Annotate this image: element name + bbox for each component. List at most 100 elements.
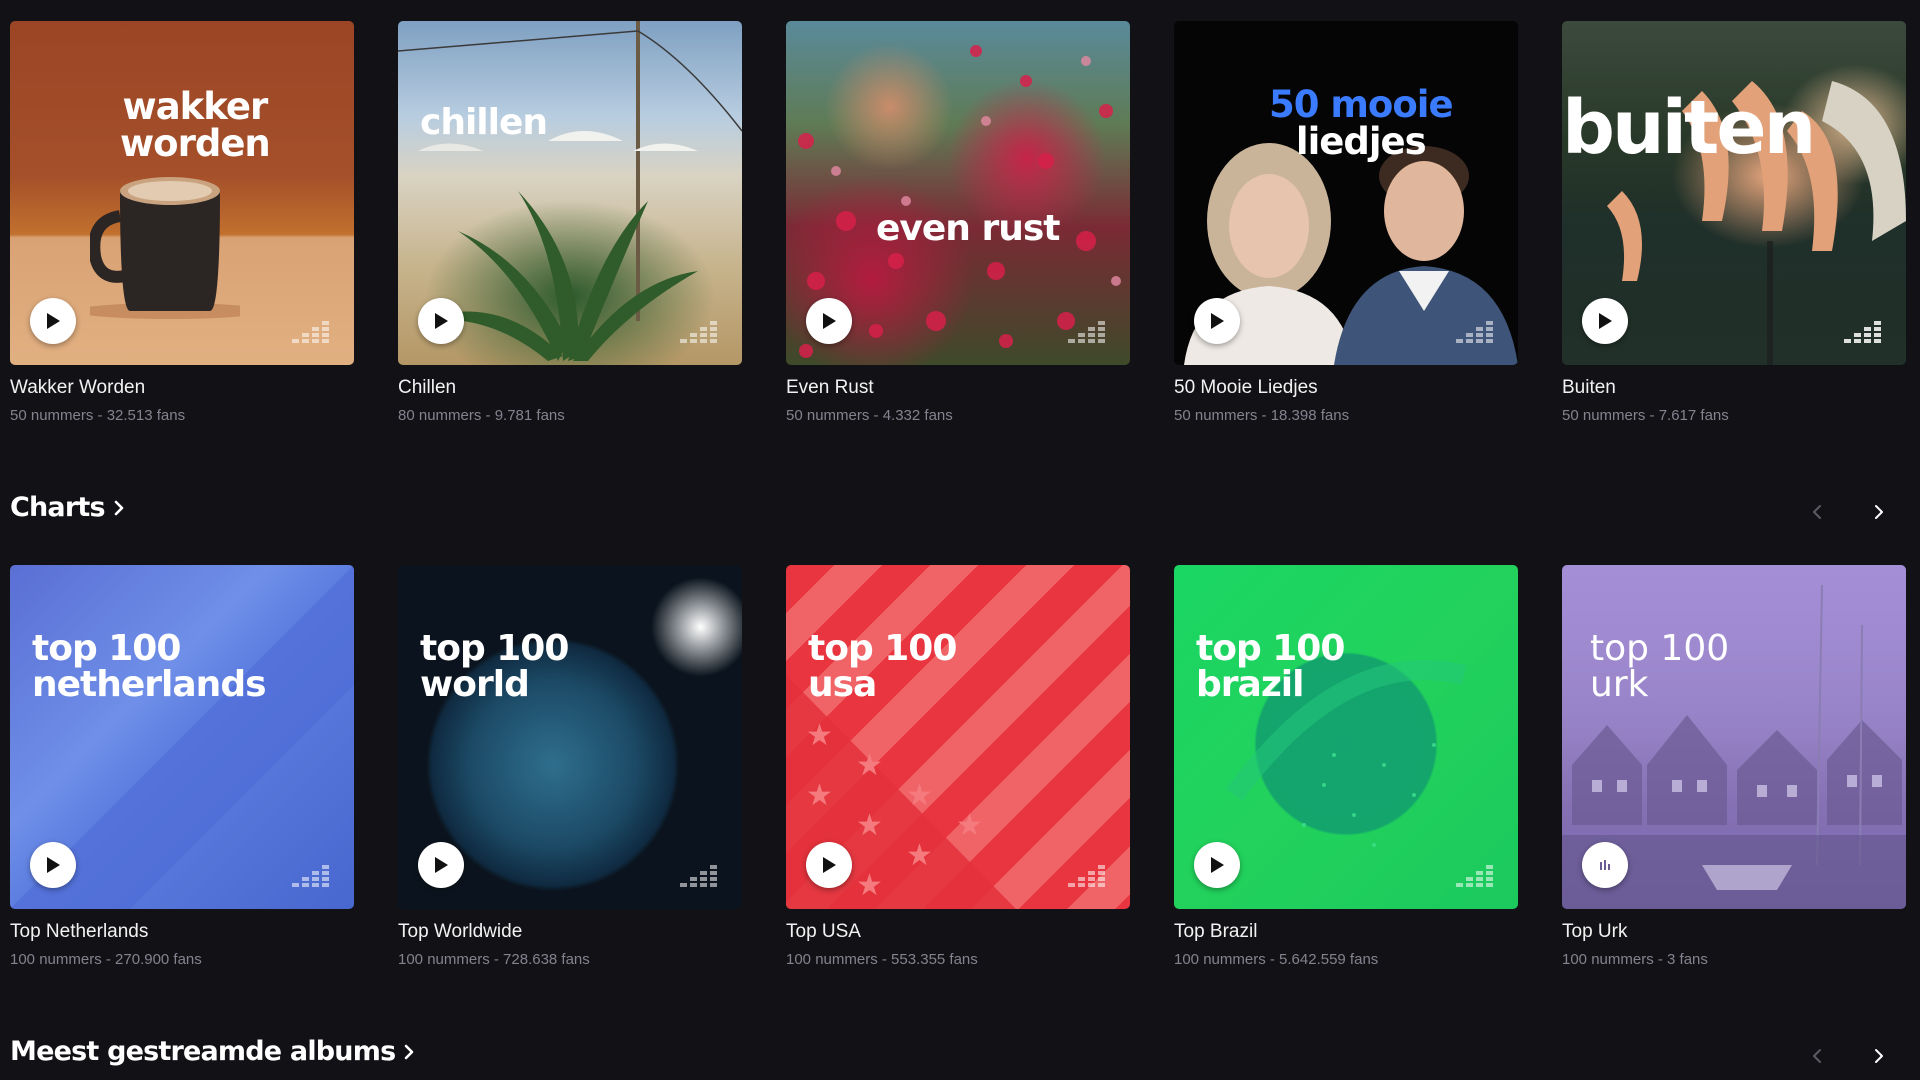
playlist-card-buiten[interactable]: buiten Buiten 50 nummers - 7.617 fans	[1562, 21, 1906, 424]
cover-title: top 100 world	[420, 595, 569, 739]
cover-title-line1: top 100	[808, 628, 957, 669]
cover-title: top 100 usa	[808, 595, 957, 739]
playlist-cover[interactable]: even rust	[786, 21, 1130, 365]
play-button[interactable]	[418, 298, 464, 344]
chart-card-top-brazil[interactable]: top 100 brazil Top Brazil 100 nummers - …	[1174, 565, 1518, 968]
svg-text:★: ★	[806, 778, 833, 813]
cover-title-line1: buiten	[1562, 85, 1816, 171]
play-button[interactable]	[1194, 842, 1240, 888]
section-header-charts[interactable]: Charts	[10, 492, 125, 523]
cover-title-line1: top 100	[32, 628, 181, 669]
deezer-logo-icon	[292, 321, 329, 343]
svg-text:★: ★	[856, 868, 883, 903]
deezer-logo-icon	[1068, 321, 1105, 343]
cover-title-line1: top 100	[1590, 628, 1730, 669]
deezer-logo-icon	[292, 865, 329, 887]
chart-cover[interactable]: top 100 world	[398, 565, 742, 909]
carousel-prev-button[interactable]	[1806, 1043, 1828, 1069]
playlist-title[interactable]: Even Rust	[786, 377, 1130, 399]
play-button[interactable]	[30, 298, 76, 344]
playlist-card-chillen[interactable]: chillen Chillen 80 nummers - 9.781 fans	[398, 21, 742, 424]
chart-card-top-urk[interactable]: top 100 urk Top Urk 100 nummers - 3 fans	[1562, 565, 1906, 968]
playlist-title[interactable]: 50 Mooie Liedjes	[1174, 377, 1518, 399]
play-button[interactable]	[806, 842, 852, 888]
playlist-meta: 50 nummers - 32.513 fans	[10, 407, 186, 424]
deezer-logo-icon	[1068, 865, 1105, 887]
cover-title-line1: top 100	[420, 628, 569, 669]
carousel-next-button[interactable]	[1868, 1043, 1890, 1069]
playlist-title[interactable]: Chillen	[398, 377, 742, 399]
playlist-card-50-mooie-liedjes[interactable]: 50 mooie liedjes 50 Mooie Liedjes 50 num…	[1174, 21, 1518, 424]
deezer-logo-icon	[1456, 865, 1493, 887]
playlist-cover[interactable]: 50 mooie liedjes	[1174, 21, 1518, 365]
play-button[interactable]	[418, 842, 464, 888]
cover-title: chillen	[420, 69, 548, 143]
carousel-nav-charts	[1806, 499, 1890, 525]
chart-cover[interactable]: ★ ★ ★ ★ ★ ★ ★ ★ top 100 usa	[786, 565, 1130, 909]
play-icon	[1599, 313, 1612, 329]
playlist-meta: 50 nummers - 18.398 fans	[1174, 407, 1350, 424]
chevron-right-icon	[114, 500, 124, 515]
deezer-logo-icon	[1844, 321, 1881, 343]
playlist-title[interactable]: Buiten	[1562, 377, 1906, 399]
cover-title-line2: world	[420, 664, 530, 705]
chevron-right-icon	[405, 1044, 414, 1059]
chart-title[interactable]: Top Netherlands	[10, 921, 354, 943]
play-icon	[435, 313, 448, 329]
chart-title[interactable]: Top USA	[786, 921, 1130, 943]
playlist-card-even-rust[interactable]: even rust Even Rust 50 nummers - 4.332 f…	[786, 21, 1130, 424]
cover-title: wakker worden	[120, 51, 271, 199]
deezer-logo-icon	[680, 865, 717, 887]
chart-card-top-usa[interactable]: ★ ★ ★ ★ ★ ★ ★ ★ top 100 usa Top USA 100 …	[786, 565, 1130, 968]
playlist-cover[interactable]: chillen	[398, 21, 742, 365]
chart-card-top-netherlands[interactable]: top 100 netherlands Top Netherlands 100 …	[10, 565, 354, 968]
page: wakker worden Wakker Worden 50 nummers -	[0, 0, 1920, 1080]
deezer-logo-icon	[1456, 321, 1493, 343]
playlist-cover[interactable]: wakker worden	[10, 21, 354, 365]
svg-text:★: ★	[956, 808, 983, 843]
cover-title: top 100 brazil	[1196, 595, 1345, 739]
playlist-cover[interactable]: buiten	[1562, 21, 1906, 365]
chart-meta: 100 nummers - 3 fans	[1562, 951, 1708, 968]
chart-title[interactable]: Top Worldwide	[398, 921, 742, 943]
svg-text:★: ★	[906, 838, 933, 873]
chart-cover[interactable]: top 100 urk	[1562, 565, 1906, 909]
playlist-meta: 50 nummers - 4.332 fans	[786, 407, 953, 424]
chart-title[interactable]: Top Brazil	[1174, 921, 1518, 943]
playlist-meta: 50 nummers - 7.617 fans	[1562, 407, 1729, 424]
chart-meta: 100 nummers - 728.638 fans	[398, 951, 590, 968]
play-button[interactable]	[1194, 298, 1240, 344]
equalizer-playing-icon	[1600, 860, 1610, 870]
play-icon	[47, 857, 60, 873]
play-icon	[47, 313, 60, 329]
carousel-prev-button[interactable]	[1806, 499, 1828, 525]
play-button[interactable]	[806, 298, 852, 344]
section-header-albums[interactable]: Meest gestreamde albums	[10, 1036, 415, 1067]
cover-title-line2: brazil	[1196, 664, 1304, 705]
play-icon	[1211, 857, 1224, 873]
chart-card-top-worldwide[interactable]: top 100 world Top Worldwide 100 nummers …	[398, 565, 742, 968]
chart-cover[interactable]: top 100 netherlands	[10, 565, 354, 909]
deezer-logo-icon	[680, 321, 717, 343]
chart-cover[interactable]: top 100 brazil	[1174, 565, 1518, 909]
chevron-right-icon	[1875, 1049, 1883, 1063]
cover-title: top 100 urk	[1590, 595, 1729, 739]
play-button[interactable]	[30, 842, 76, 888]
cover-title-line1: chillen	[420, 102, 548, 143]
carousel-next-button[interactable]	[1868, 499, 1890, 525]
cover-title-line1: top 100	[1196, 628, 1345, 669]
cover-title-line2: worden	[120, 122, 271, 165]
playlist-title[interactable]: Wakker Worden	[10, 377, 354, 399]
playlist-card-wakker-worden[interactable]: wakker worden Wakker Worden 50 nummers -	[10, 21, 354, 424]
section-title: Charts	[10, 492, 106, 523]
now-playing-button[interactable]	[1582, 842, 1628, 888]
playlist-meta: 80 nummers - 9.781 fans	[398, 407, 565, 424]
chart-title[interactable]: Top Urk	[1562, 921, 1906, 943]
svg-text:★: ★	[856, 808, 883, 843]
svg-text:★: ★	[906, 778, 933, 813]
play-button[interactable]	[1582, 298, 1628, 344]
chart-meta: 100 nummers - 553.355 fans	[786, 951, 978, 968]
chevron-left-icon	[1813, 505, 1821, 519]
svg-text:★: ★	[856, 748, 883, 783]
carousel-nav-albums	[1806, 1043, 1890, 1069]
